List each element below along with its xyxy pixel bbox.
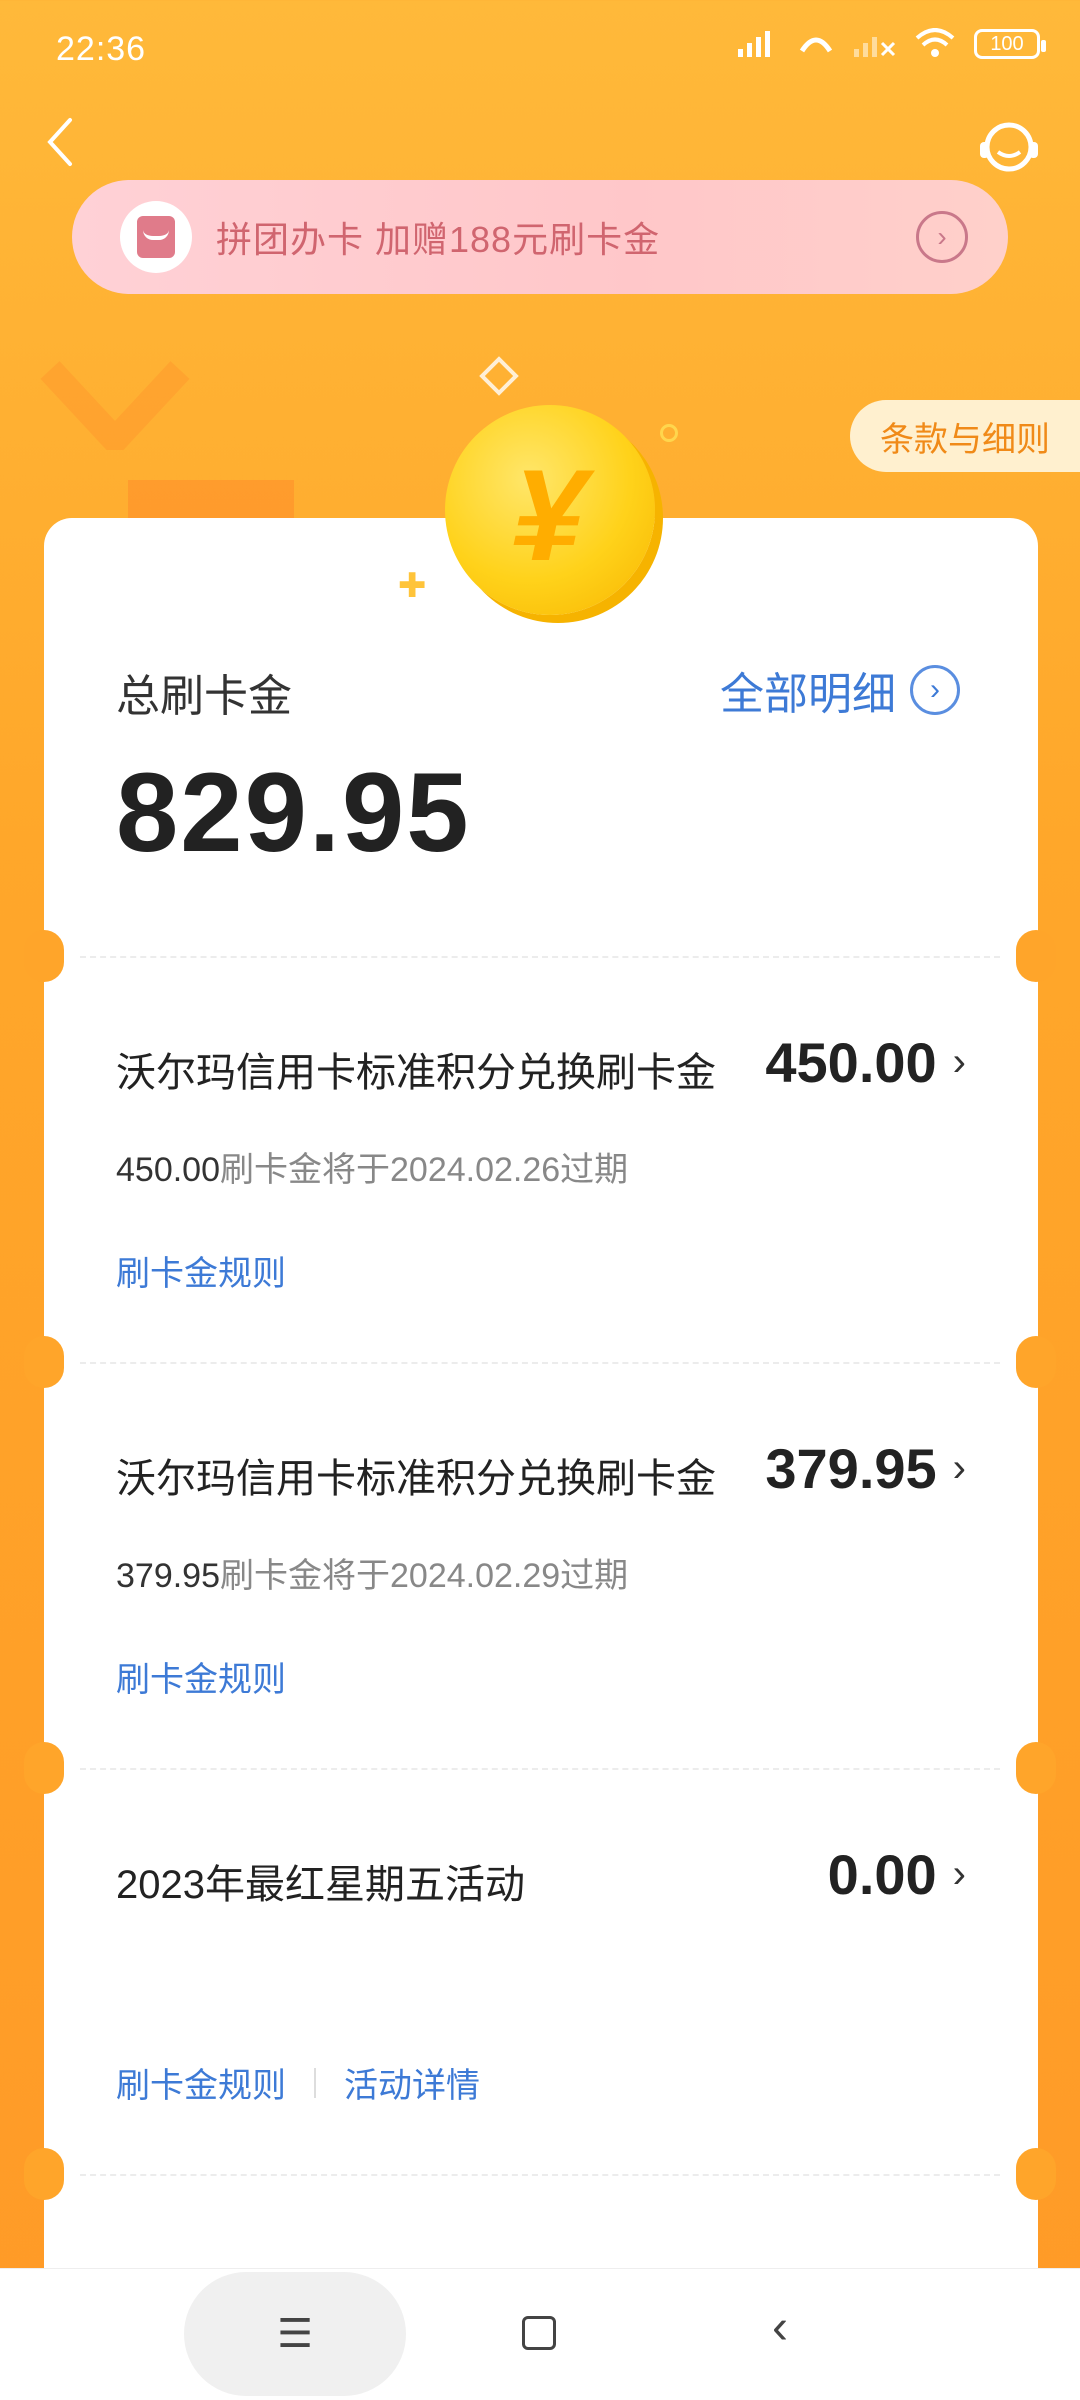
chevron-right-icon: ›: [952, 1852, 966, 1896]
card-notch: [24, 1336, 64, 1388]
item-amount[interactable]: 379.95 ›: [765, 1436, 966, 1501]
item-links: 刷卡金规则: [116, 1652, 286, 1701]
promo-banner-text: 拼团办卡 加赠188元刷卡金: [216, 219, 661, 260]
chevron-right-icon: ›: [916, 211, 968, 263]
divider: [80, 2174, 1000, 2176]
item-expiry: 450.00刷卡金将于2024.02.26过期: [116, 1142, 966, 1191]
item-links: 刷卡金规则 活动详情: [116, 2058, 480, 2107]
card-notch: [1016, 1336, 1056, 1388]
item-title: 2023年最红星期五活动: [116, 1863, 525, 1907]
card-notch: [24, 1742, 64, 1794]
item-expiry-amount: 450.00: [116, 1151, 220, 1189]
signal-icon: [738, 31, 770, 57]
item-amount[interactable]: 0.00 ›: [828, 1842, 966, 1907]
home-icon[interactable]: [522, 2316, 556, 2350]
item-expiry-text: 刷卡金将于2024.02.29过期: [220, 1557, 629, 1595]
list-item[interactable]: 沃尔玛信用卡标准积分兑换刷卡金 450.00 › 450.00刷卡金将于2024…: [116, 1031, 966, 1293]
battery-level: 100: [990, 32, 1024, 55]
call-icon: [799, 37, 833, 53]
chevron-right-icon: ›: [952, 1446, 966, 1490]
menu-icon[interactable]: ☰: [184, 2272, 406, 2396]
sparkle-decoration: ✚: [398, 567, 427, 605]
item-amount-value: 0.00: [827, 1843, 937, 1906]
item-links: 刷卡金规则: [116, 1246, 286, 1295]
item-amount[interactable]: 450.00 ›: [765, 1030, 966, 1095]
total-label: 总刷卡金: [116, 672, 292, 721]
item-expiry-amount: 379.95: [116, 1557, 220, 1595]
rules-link[interactable]: 刷卡金规则: [116, 1652, 286, 1701]
all-details-label: 全部明细: [720, 670, 896, 719]
list-item[interactable]: 2023年最红星期五活动 0.00 › 刷卡金规则 活动详情: [116, 1843, 966, 2105]
item-title: 沃尔玛信用卡标准积分兑换刷卡金: [116, 1457, 716, 1501]
status-time: 22:36: [56, 30, 147, 68]
card-notch: [1016, 1742, 1056, 1794]
card-notch: [24, 930, 64, 982]
item-amount-value: 450.00: [765, 1031, 937, 1094]
decorative-shape: [40, 361, 190, 450]
item-amount-value: 379.95: [765, 1437, 937, 1500]
card-notch: [1016, 930, 1056, 982]
promo-banner[interactable]: 拼团办卡 加赠188元刷卡金 ›: [72, 180, 1008, 294]
terms-button[interactable]: 条款与细则: [850, 400, 1080, 472]
sparkle-decoration: [479, 356, 519, 396]
battery-icon: 100: [974, 29, 1046, 59]
item-expiry-text: 刷卡金将于2024.02.26过期: [220, 1151, 629, 1189]
item-title: 沃尔玛信用卡标准积分兑换刷卡金: [116, 1051, 716, 1095]
all-details-link[interactable]: 全部明细 ›: [720, 658, 960, 722]
rules-link[interactable]: 刷卡金规则: [116, 1246, 286, 1295]
back-icon[interactable]: ‹: [772, 2300, 788, 2355]
total-value: 829.95: [116, 750, 471, 875]
link-separator: [314, 2067, 316, 2098]
customer-service-icon[interactable]: [978, 116, 1040, 178]
wifi-icon: [915, 28, 955, 57]
back-chevron-icon[interactable]: [40, 112, 80, 172]
divider: [80, 1768, 1000, 1770]
signal-off-icon: [854, 37, 896, 57]
chevron-right-icon: ›: [910, 665, 960, 715]
list-item[interactable]: 沃尔玛信用卡标准积分兑换刷卡金 379.95 › 379.95刷卡金将于2024…: [116, 1437, 966, 1699]
decorative-bar: [128, 480, 294, 520]
status-bar: 22:36 100: [0, 0, 1080, 100]
rules-link[interactable]: 刷卡金规则: [116, 2058, 286, 2107]
divider: [80, 956, 1000, 958]
card-notch: [1016, 2148, 1056, 2200]
item-expiry: 379.95刷卡金将于2024.02.29过期: [116, 1548, 966, 1597]
gift-bag-icon: [120, 201, 192, 273]
card-notch: [24, 2148, 64, 2200]
status-icons: 100: [736, 28, 1046, 60]
activity-details-link[interactable]: 活动详情: [344, 2058, 480, 2107]
chevron-right-icon: ›: [952, 1040, 966, 1084]
coin-icon: ¥: [445, 405, 655, 615]
divider: [80, 1362, 1000, 1364]
